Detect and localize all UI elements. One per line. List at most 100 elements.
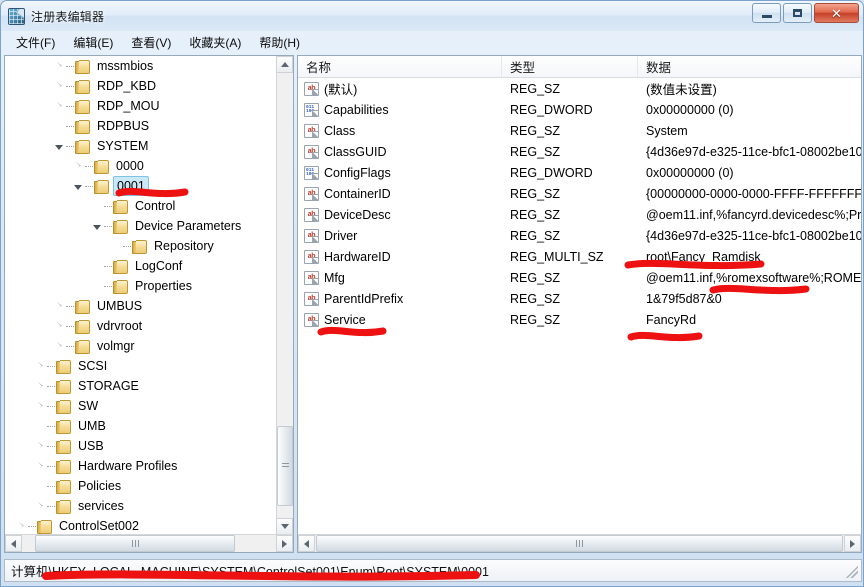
tree-connector <box>85 165 93 167</box>
value-name: ParentIdPrefix <box>324 291 404 306</box>
tree-connector <box>104 285 112 287</box>
chevron-up-icon <box>280 62 289 67</box>
value-row[interactable]: ab ClassGUID REG_SZ {4d36e97d-e325-11ce-bfc… <box>298 141 861 162</box>
tree-node-mssmbios[interactable]: mssmbios <box>5 56 276 76</box>
value-row[interactable]: ab DeviceDesc REG_SZ @oem11.inf,%fancyrd.de… <box>298 204 861 225</box>
tree-vertical-scrollbar[interactable] <box>276 56 293 535</box>
string-value-icon: ab <box>304 186 319 201</box>
value-row[interactable]: ab Mfg REG_SZ @oem11.inf,%romexsoftware%;RO… <box>298 267 861 288</box>
triangle-right-icon[interactable] <box>54 101 65 112</box>
triangle-right-icon[interactable] <box>73 161 84 172</box>
menu-file[interactable]: 文件(F) <box>7 32 64 53</box>
tree-node-0001[interactable]: 0001 <box>5 176 276 196</box>
value-row[interactable]: ab HardwareID REG_MULTI_SZ root\Fancy_Ramdi… <box>298 246 861 267</box>
value-name: Service <box>324 312 366 327</box>
values-hscroll-right-button[interactable] <box>844 535 861 552</box>
triangle-right-icon[interactable] <box>54 81 65 92</box>
value-data: System <box>646 123 688 138</box>
tree-node-volmgr[interactable]: volmgr <box>5 336 276 356</box>
registry-key-tree-pane: mssmbios RDP_KBD RDP_MOU RDPBUS SYSTEM 0000 00… <box>4 55 294 553</box>
menu-view[interactable]: 查看(V) <box>122 32 180 53</box>
registry-folder-icon <box>75 319 90 334</box>
tree-node-rdpbus[interactable]: RDPBUS <box>5 116 276 136</box>
tree-node-repository[interactable]: Repository <box>5 236 276 256</box>
tree-node-control[interactable]: Control <box>5 196 276 216</box>
value-row[interactable]: 011 100 Capabilities REG_DWORD 0x00000000 (… <box>298 99 861 120</box>
triangle-right-icon[interactable] <box>54 321 65 332</box>
triangle-down-icon[interactable] <box>92 221 103 232</box>
triangle-right-icon[interactable] <box>54 61 65 72</box>
triangle-down-icon[interactable] <box>54 141 65 152</box>
column-header-data[interactable]: 数据 <box>638 56 861 77</box>
tree-node-properties[interactable]: Properties <box>5 276 276 296</box>
tree-scroll-down-button[interactable] <box>276 518 293 535</box>
close-button[interactable]: ✕ <box>814 3 859 23</box>
resize-grip-icon[interactable] <box>846 566 858 578</box>
tree-node-usb[interactable]: USB <box>5 436 276 456</box>
tree-scroll-thumb[interactable] <box>277 426 293 506</box>
registry-folder-icon <box>56 459 71 474</box>
tree-node-scsi[interactable]: SCSI <box>5 356 276 376</box>
tree-node-policies[interactable]: Policies <box>5 476 276 496</box>
value-row[interactable]: ab Driver REG_SZ {4d36e97d-e325-11ce-bfc1-0… <box>298 225 861 246</box>
tree-hscroll-right-button[interactable] <box>276 535 293 552</box>
value-row[interactable]: ab Service REG_SZ FancyRd <box>298 309 861 330</box>
tree-node-services[interactable]: services <box>5 496 276 516</box>
tree-node-hardware-profiles[interactable]: Hardware Profiles <box>5 456 276 476</box>
tree-connector <box>47 485 55 487</box>
registry-editor-window: 注册表编辑器 ✕ 文件(F) 编辑(E) 查看(V) 收藏夹(A) 帮助(H) … <box>0 0 864 587</box>
tree-node-system[interactable]: SYSTEM <box>5 136 276 156</box>
tree-node-controlset002[interactable]: ControlSet002 <box>5 516 276 535</box>
column-header-name[interactable]: 名称 <box>298 56 502 77</box>
tree-connector <box>85 185 93 187</box>
tree-node-logconf[interactable]: LogConf <box>5 256 276 276</box>
triangle-right-icon[interactable] <box>35 381 46 392</box>
minimize-button[interactable] <box>752 3 781 23</box>
tree-node-sw[interactable]: SW <box>5 396 276 416</box>
values-horizontal-scrollbar[interactable] <box>298 534 861 552</box>
tree-node-0000[interactable]: 0000 <box>5 156 276 176</box>
value-row[interactable]: ab ContainerID REG_SZ {00000000-0000-0000-F… <box>298 183 861 204</box>
value-row[interactable]: ab ParentIdPrefix REG_SZ 1&79f5d87&0 <box>298 288 861 309</box>
maximize-button[interactable] <box>783 3 812 23</box>
value-type: REG_MULTI_SZ <box>510 249 604 264</box>
registry-values-pane: 名称 类型 数据 ab (默认) REG_SZ (数值未设置) 011 100 Capab… <box>297 55 862 553</box>
value-row[interactable]: ab (默认) REG_SZ (数值未设置) <box>298 78 861 99</box>
tree-horizontal-scrollbar[interactable] <box>5 534 293 552</box>
triangle-right-icon[interactable] <box>35 501 46 512</box>
tree-hscroll-left-button[interactable] <box>5 535 22 552</box>
triangle-right-icon[interactable] <box>35 401 46 412</box>
tree-node-label: mssmbios <box>97 59 154 73</box>
value-row[interactable]: 011 100 ConfigFlags REG_DWORD 0x00000000 (0… <box>298 162 861 183</box>
tree-node-rdp-mou[interactable]: RDP_MOU <box>5 96 276 116</box>
tree-node-umbus[interactable]: UMBUS <box>5 296 276 316</box>
tree-node-vdrvroot[interactable]: vdrvroot <box>5 316 276 336</box>
tree-node-umb[interactable]: UMB <box>5 416 276 436</box>
tree-node-rdp-kbd[interactable]: RDP_KBD <box>5 76 276 96</box>
menu-help[interactable]: 帮助(H) <box>250 32 309 53</box>
menu-favorites[interactable]: 收藏夹(A) <box>180 32 250 53</box>
registry-key-tree[interactable]: mssmbios RDP_KBD RDP_MOU RDPBUS SYSTEM 0000 00… <box>5 56 276 535</box>
menu-edit[interactable]: 编辑(E) <box>64 32 122 53</box>
value-data: root\Fancy_Ramdisk <box>646 249 761 264</box>
values-list[interactable]: ab (默认) REG_SZ (数值未设置) 011 100 Capabilities RE… <box>298 78 861 534</box>
value-name-cell: ab Mfg <box>298 270 502 285</box>
triangle-down-icon[interactable] <box>73 181 84 192</box>
value-row[interactable]: ab Class REG_SZ System <box>298 120 861 141</box>
values-hscroll-thumb[interactable] <box>316 535 843 552</box>
tree-node-device-parameters[interactable]: Device Parameters <box>5 216 276 236</box>
value-type: REG_SZ <box>510 207 561 222</box>
minimize-icon <box>761 15 772 18</box>
tree-scroll-up-button[interactable] <box>276 56 293 73</box>
triangle-right-icon[interactable] <box>54 301 65 312</box>
tree-node-storage[interactable]: STORAGE <box>5 376 276 396</box>
tree-node-label: UMB <box>78 419 106 433</box>
values-hscroll-left-button[interactable] <box>298 535 315 552</box>
triangle-right-icon[interactable] <box>16 521 27 532</box>
tree-hscroll-thumb[interactable] <box>35 535 235 552</box>
triangle-right-icon[interactable] <box>54 341 65 352</box>
column-header-type[interactable]: 类型 <box>502 56 638 77</box>
triangle-right-icon[interactable] <box>35 441 46 452</box>
triangle-right-icon[interactable] <box>35 461 46 472</box>
triangle-right-icon[interactable] <box>35 361 46 372</box>
